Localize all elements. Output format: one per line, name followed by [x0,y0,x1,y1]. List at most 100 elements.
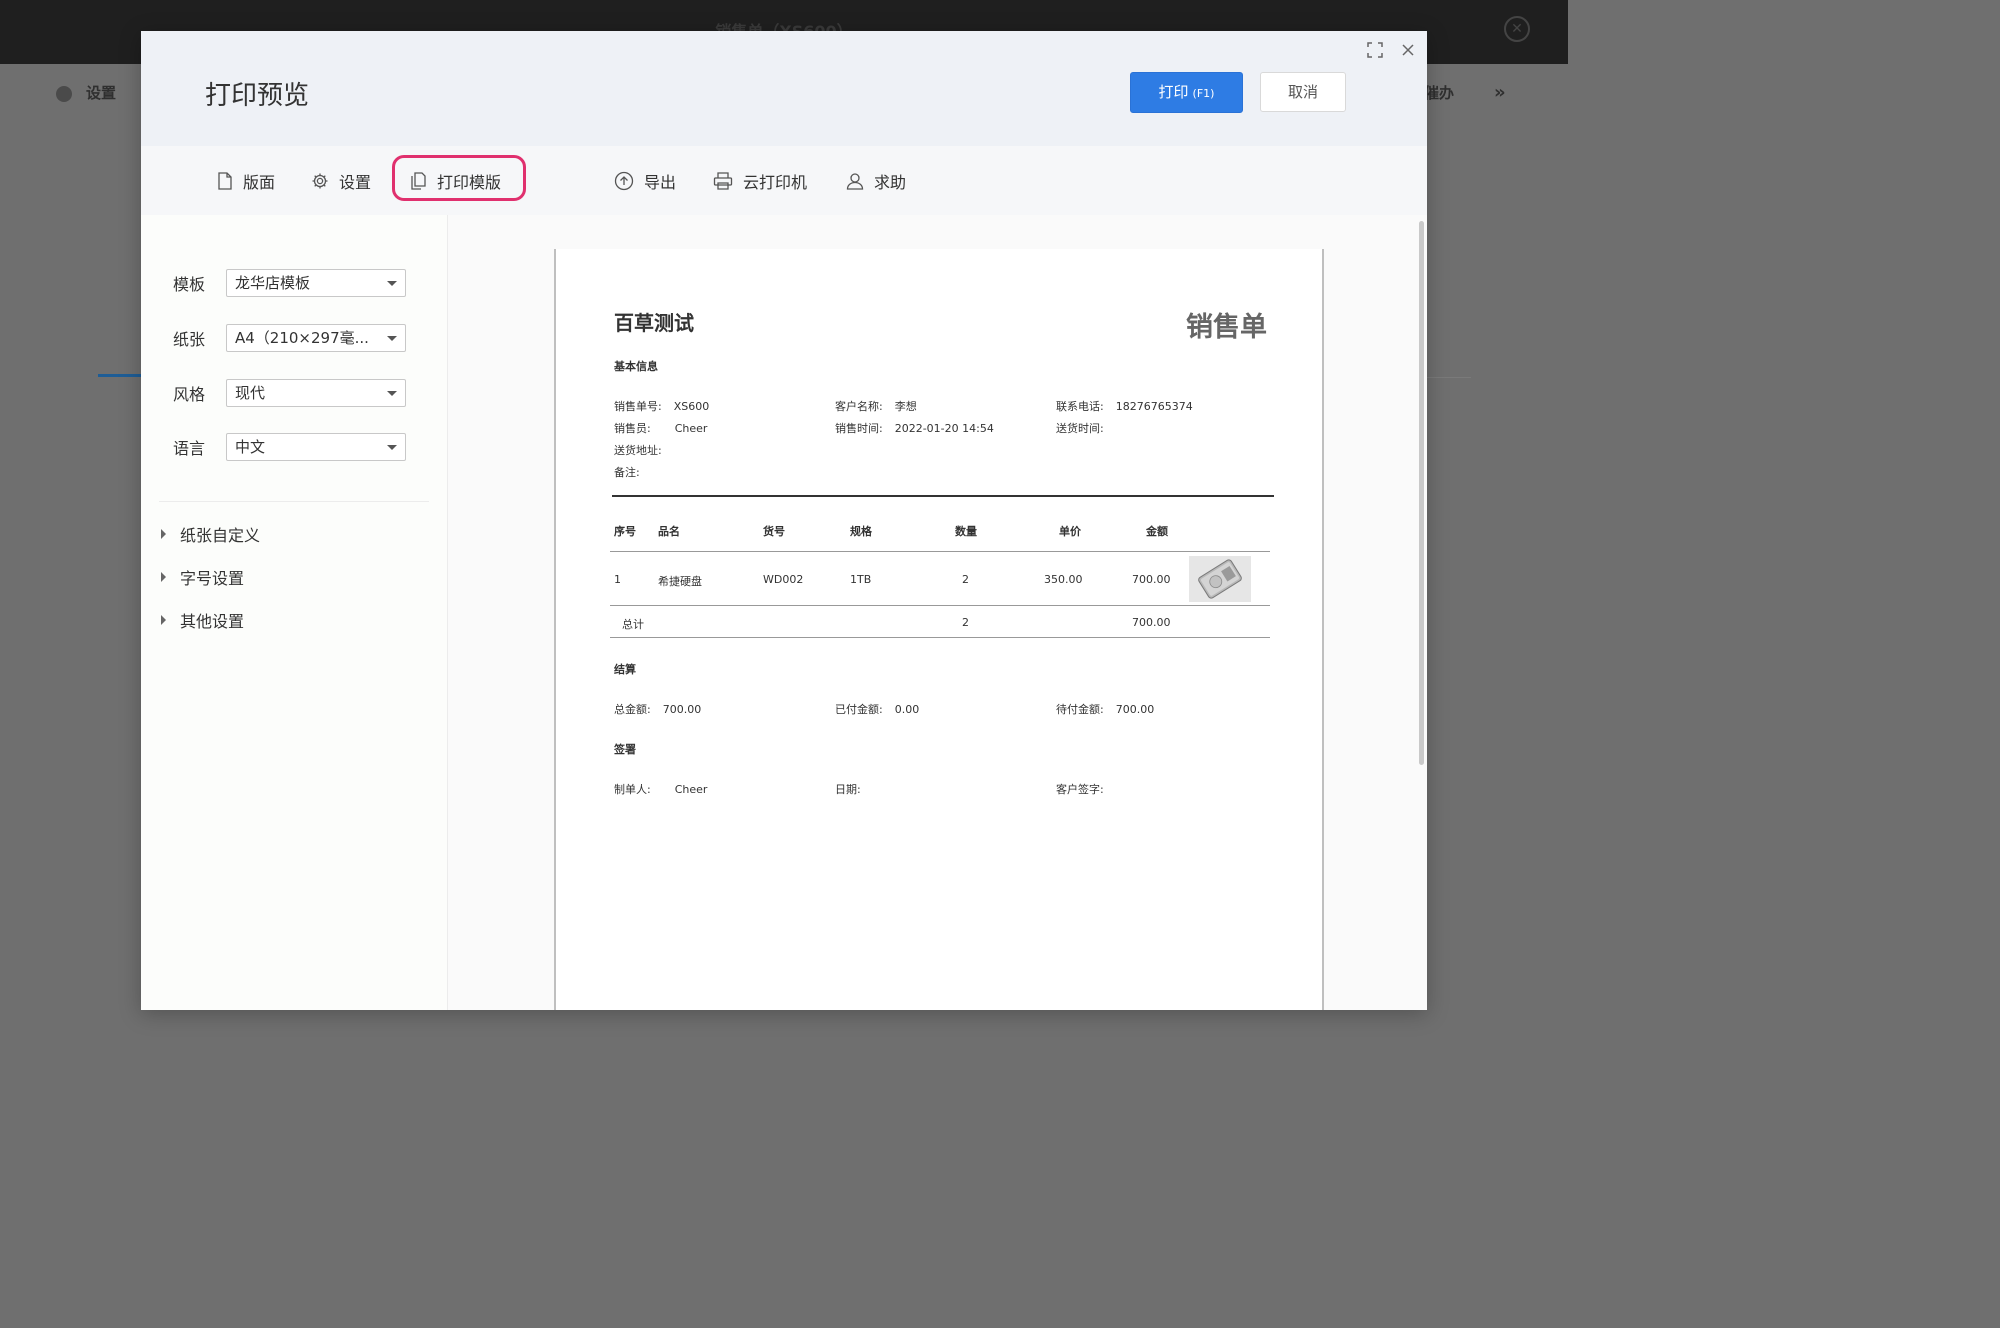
user-icon [846,172,864,190]
doc-paid-label: 已付金额: [835,703,883,716]
background-urge-label: 催办 [1424,84,1455,102]
field-language: 语言 中文 [173,432,406,462]
doc-divider [612,495,1274,497]
doc-total-value: 700.00 [662,703,702,716]
doc-delivery-time-label: 送货时间: [1056,422,1104,435]
row-amount: 700.00 [1132,573,1171,586]
caret-right-icon [161,529,166,539]
col-header-amount: 金额 [1146,525,1168,538]
chevron-down-icon [387,281,397,286]
col-header-spec: 规格 [850,525,872,538]
sidebar: 模板 龙华店模板 纸张 A4（210×297毫... 风格 现代 语言 中文 纸… [141,215,448,1010]
fullscreen-icon[interactable] [1366,41,1384,59]
style-select-value: 现代 [235,384,266,402]
paper-select[interactable]: A4（210×297毫... [226,324,406,352]
cancel-button[interactable]: 取消 [1260,72,1346,112]
table-header-divider [610,551,1270,552]
sidebar-divider [159,501,429,502]
table-total-divider [610,637,1270,638]
doc-salesperson: 销售员: Cheer [614,420,707,436]
field-style: 风格 现代 [173,378,406,408]
doc-order-no: 销售单号: XS600 [614,398,709,414]
doc-paid: 已付金额: 0.00 [835,701,919,717]
doc-settlement-heading: 结算 [614,663,636,676]
background-divider [1427,377,1471,378]
paper-select-value: A4（210×297毫... [235,329,369,347]
row-spec: 1TB [850,573,872,586]
doc-salesperson-label: 销售员: [614,422,651,435]
doc-phone: 联系电话: 18276765374 [1056,398,1193,414]
print-button-label: 打印 [1158,83,1189,101]
row-name: 希捷硬盘 [658,575,702,588]
tool-layout[interactable]: 版面 [217,146,275,215]
doc-signature-heading: 签署 [614,743,636,756]
doc-maker-label: 制单人: [614,783,651,796]
field-paper-label: 纸张 [173,330,206,349]
caret-right-icon [161,572,166,582]
language-select[interactable]: 中文 [226,433,406,461]
doc-delivery-time: 送货时间: [1056,420,1116,436]
doc-address: 送货地址: [614,442,674,458]
background-urge-action: 催办 » [1424,82,1506,103]
doc-date-label: 日期: [835,783,861,796]
tool-export-label: 导出 [644,172,677,192]
doc-phone-label: 联系电话: [1056,400,1104,413]
tool-settings-label: 设置 [339,172,372,192]
doc-sale-time: 销售时间: 2022-01-20 14:54 [835,420,994,436]
field-paper: 纸张 A4（210×297毫... [173,323,406,353]
language-select-value: 中文 [235,438,266,456]
tool-export[interactable]: 导出 [614,146,676,215]
background-settings-label: 设置 [86,84,117,102]
tool-layout-label: 版面 [243,172,276,192]
collapse-font-size-label: 字号设置 [180,569,245,588]
doc-maker: 制单人: Cheer [614,781,707,797]
doc-maker-value: Cheer [674,783,708,796]
doc-due-value: 700.00 [1115,703,1155,716]
modal-title: 打印预览 [205,81,310,111]
collapse-paper-custom[interactable]: 纸张自定义 [161,522,260,546]
field-template: 模板 龙华店模板 [173,268,406,298]
collapse-paper-custom-label: 纸张自定义 [180,526,261,545]
table-row-divider [610,605,1270,606]
style-select[interactable]: 现代 [226,379,406,407]
tool-help-label: 求助 [874,172,907,192]
collapse-font-size[interactable]: 字号设置 [161,565,244,589]
field-language-label: 语言 [173,439,206,458]
printer-icon [713,171,733,190]
row-no: 1 [614,573,621,586]
tool-cloud-printer[interactable]: 云打印机 [713,146,807,215]
chevron-down-icon [387,336,397,341]
doc-title: 销售单 [1186,312,1267,343]
doc-company-name: 百草测试 [614,311,694,335]
document-page: 百草测试 销售单 基本信息 销售单号: XS600 客户名称: 李想 联系电话: 18… [554,249,1324,1010]
print-shortcut: (F1) [1192,87,1215,100]
tool-settings[interactable]: 设置 [311,146,371,215]
total-label: 总计 [622,618,644,631]
total-amount: 700.00 [1132,616,1171,629]
row-sku: WD002 [763,573,804,586]
preview-scrollbar[interactable] [1419,221,1424,765]
doc-remark: 备注: [614,464,652,480]
product-image [1189,556,1251,602]
doc-customer-sign-label: 客户签字: [1056,783,1104,796]
doc-customer-value: 李想 [894,400,917,413]
toolbar: 版面 设置 打印模版 导出 云打印机 求助 [141,146,1427,215]
doc-paid-value: 0.00 [894,703,920,716]
collapse-other-settings[interactable]: 其他设置 [161,608,244,632]
col-header-no: 序号 [614,525,636,538]
tool-help[interactable]: 求助 [846,146,906,215]
template-select[interactable]: 龙华店模板 [226,269,406,297]
doc-due-label: 待付金额: [1056,703,1104,716]
print-preview-modal: 打印预览 打印 (F1) 取消 版面 设置 打印模版 导出 云打印机 求助 模板… [141,31,1427,1010]
col-header-qty: 数量 [955,525,977,538]
background-close-icon: ✕ [1504,16,1530,42]
col-header-name: 品名 [658,525,680,538]
doc-total-label: 总金额: [614,703,651,716]
close-icon[interactable] [1399,41,1417,59]
doc-customer: 客户名称: 李想 [835,398,917,414]
doc-salesperson-value: Cheer [674,422,708,435]
caret-right-icon [161,615,166,625]
background-settings-action: 设置 [56,82,116,103]
print-button[interactable]: 打印 (F1) [1130,72,1243,113]
upload-icon [614,171,634,190]
